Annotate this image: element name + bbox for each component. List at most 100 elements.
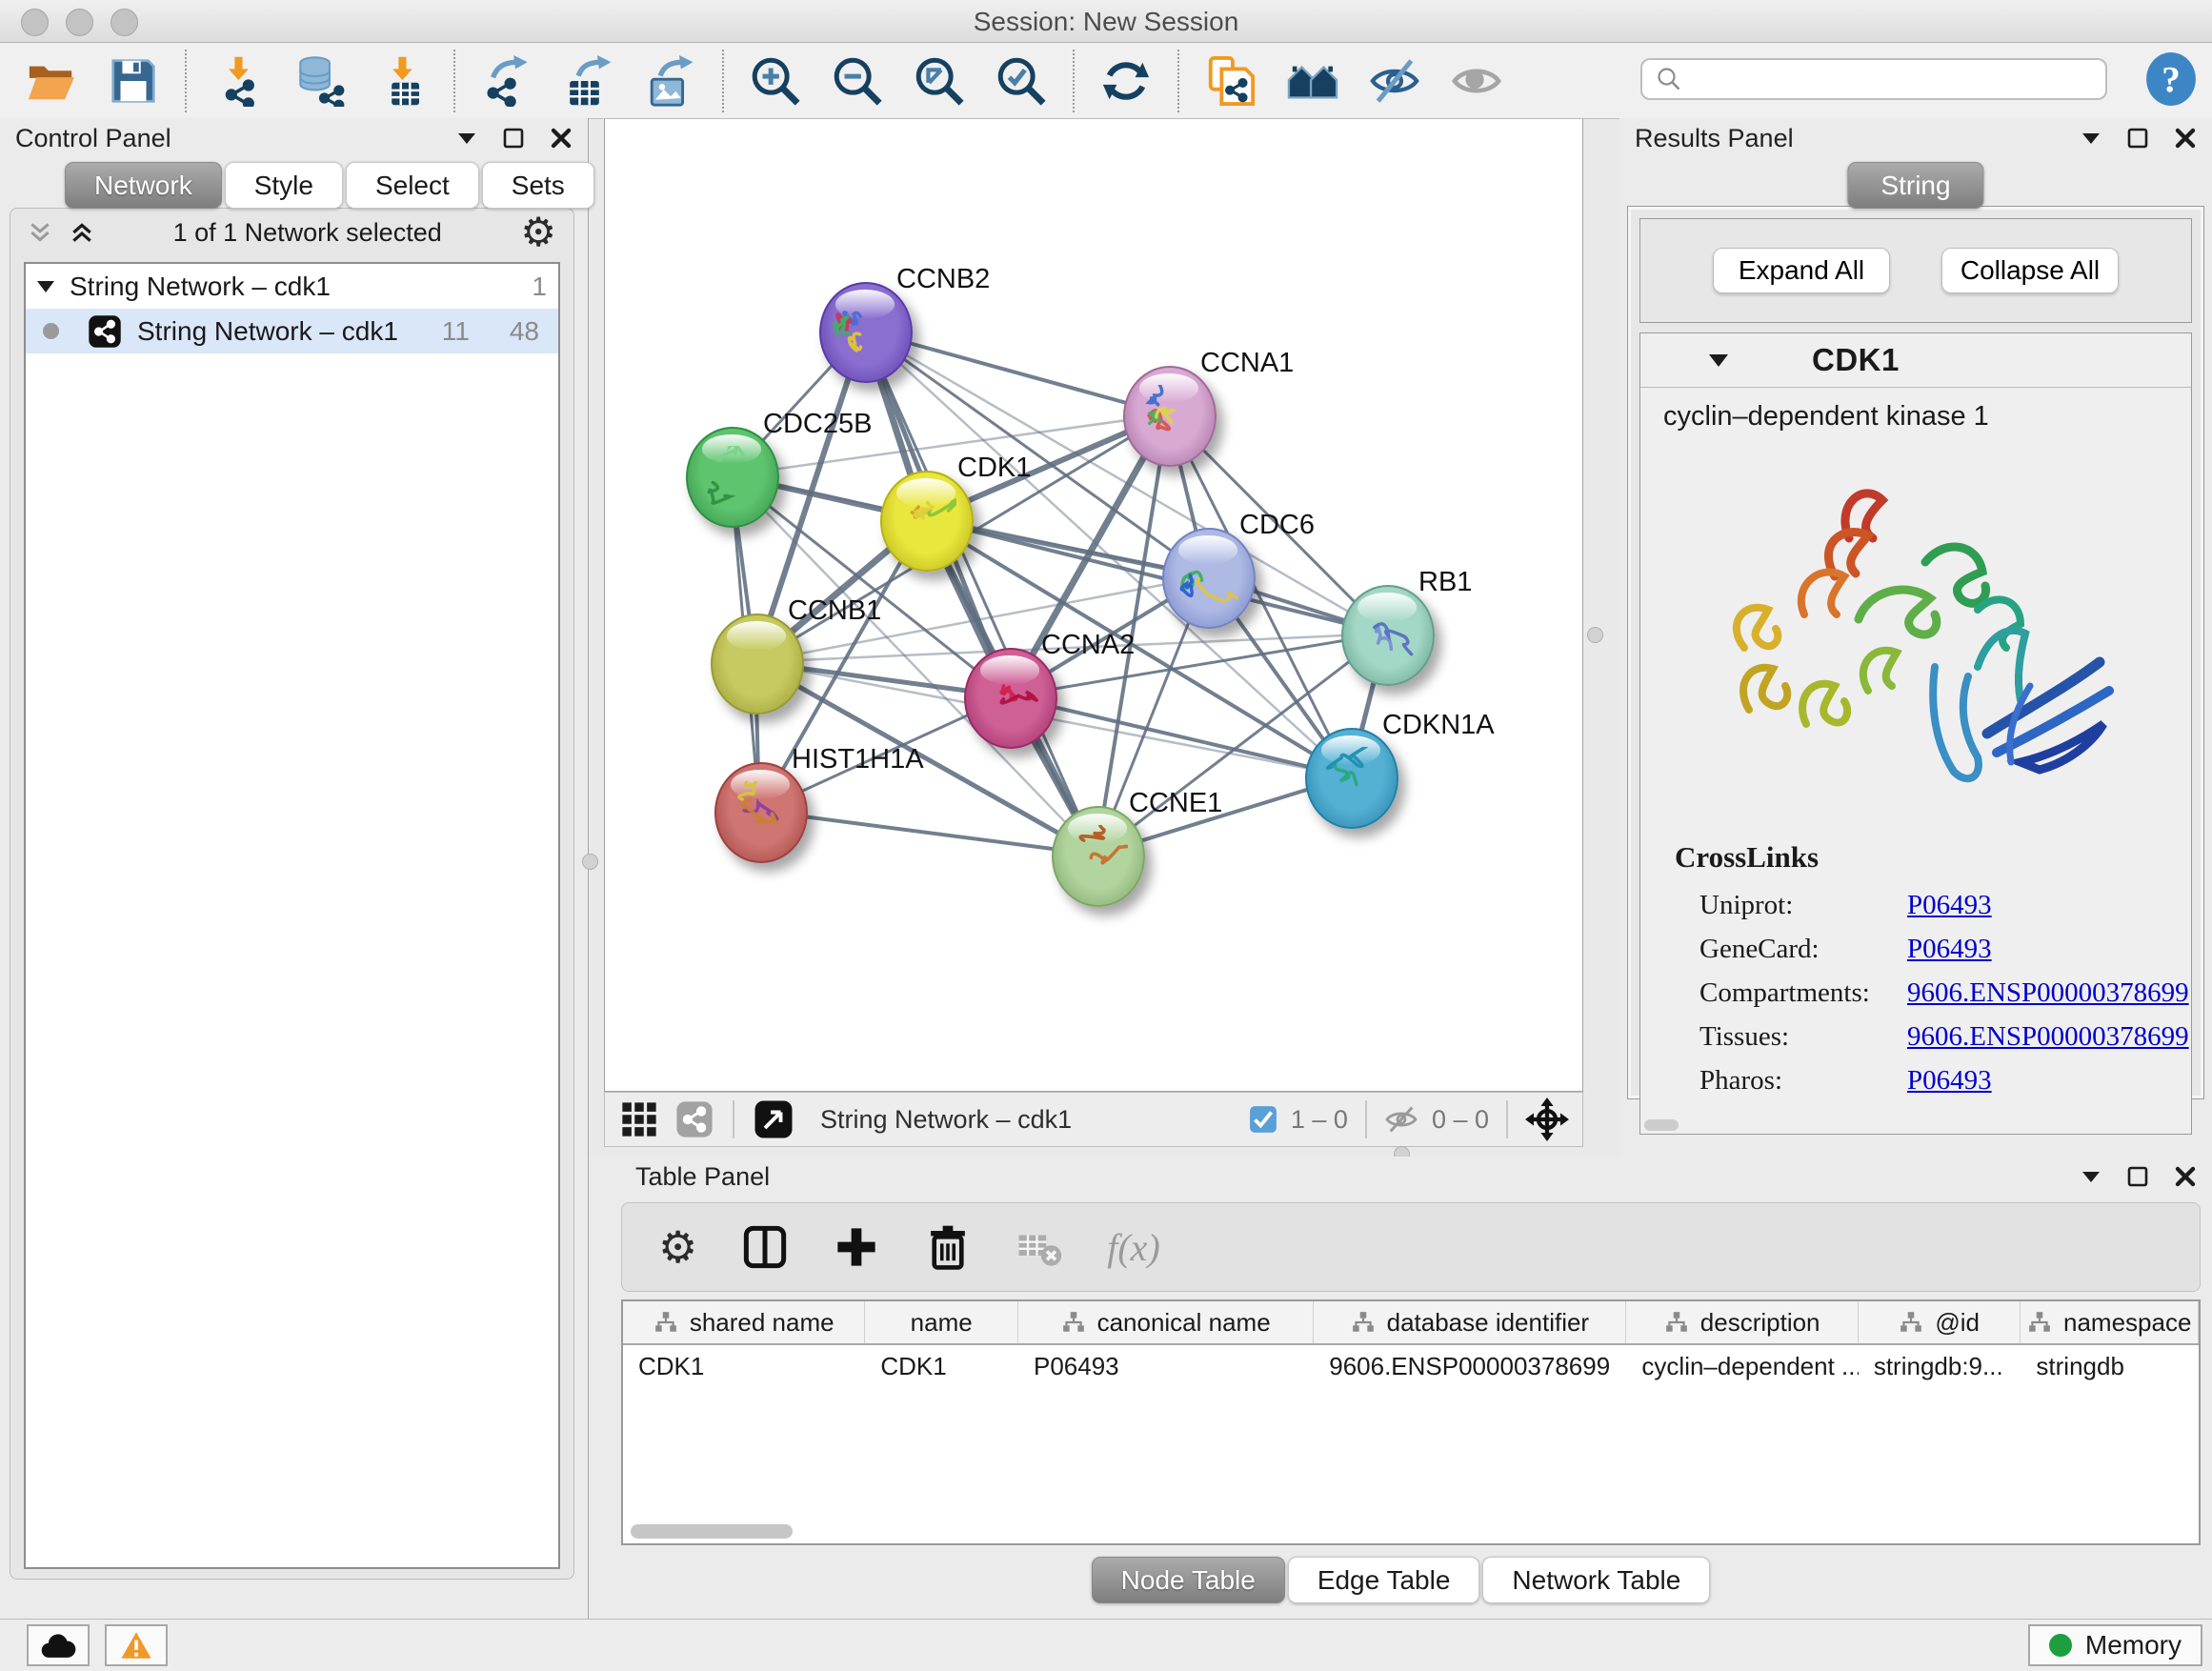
tab-edge-table[interactable]: Edge Table xyxy=(1288,1557,1480,1603)
collapse-all-icon[interactable] xyxy=(28,220,52,245)
search-box[interactable] xyxy=(1640,58,2107,100)
selected-checkbox-icon[interactable] xyxy=(1249,1105,1277,1134)
tab-style[interactable]: Style xyxy=(225,162,343,209)
maximize-panel-icon[interactable] xyxy=(2126,127,2149,150)
delete-row-trash-icon[interactable] xyxy=(924,1223,972,1271)
apply-layout-icon[interactable] xyxy=(1099,54,1153,108)
column-header--id[interactable]: @id xyxy=(1859,1301,2021,1343)
table-cell[interactable]: CDK1 xyxy=(623,1352,865,1381)
network-node-ccna1[interactable] xyxy=(1123,366,1217,467)
right-splitter-handle[interactable] xyxy=(1587,627,1603,643)
tab-node-table[interactable]: Node Table xyxy=(1092,1557,1285,1603)
gene-section-header[interactable]: CDK1 xyxy=(1640,333,2191,388)
function-builder-icon[interactable]: f(x) xyxy=(1107,1225,1160,1270)
network-node-cdc6[interactable] xyxy=(1162,528,1256,629)
network-row[interactable]: String Network – cdk1 11 48 xyxy=(26,309,558,353)
column-header-shared-name[interactable]: shared name xyxy=(623,1301,865,1343)
float-panel-icon[interactable] xyxy=(456,131,477,145)
network-edge[interactable] xyxy=(759,811,1096,855)
open-session-icon[interactable] xyxy=(25,54,78,108)
save-session-icon[interactable] xyxy=(107,54,160,108)
tab-network-table[interactable]: Network Table xyxy=(1482,1557,1710,1603)
import-network-database-icon[interactable] xyxy=(293,54,347,108)
birds-eye-view-icon[interactable] xyxy=(752,1097,795,1141)
pan-crosshair-icon[interactable] xyxy=(1525,1097,1569,1141)
export-table-icon[interactable] xyxy=(562,54,615,108)
zoom-out-icon[interactable] xyxy=(831,54,884,108)
network-collection-row[interactable]: String Network – cdk1 1 xyxy=(26,264,558,309)
memory-button[interactable]: Memory xyxy=(2028,1624,2202,1666)
tab-network[interactable]: Network xyxy=(65,162,222,209)
grid-view-icon[interactable] xyxy=(618,1098,660,1140)
column-header-name[interactable]: name xyxy=(865,1301,1018,1343)
help-icon[interactable]: ? xyxy=(2143,51,2199,107)
table-cell[interactable]: 9606.ENSP00000378699 xyxy=(1314,1352,1626,1381)
float-panel-icon[interactable] xyxy=(2081,1170,2101,1183)
network-edge[interactable] xyxy=(864,331,1096,855)
zoom-fit-icon[interactable] xyxy=(913,54,966,108)
tree-expand-icon[interactable] xyxy=(37,281,54,292)
network-node-ccne1[interactable] xyxy=(1052,806,1145,907)
warnings-button[interactable] xyxy=(105,1624,168,1666)
network-canvas[interactable]: CCNB2CCNA1CDC25BCDK1CDC6RB1CCNB1CCNA2CDK… xyxy=(604,119,1583,1092)
network-edge[interactable] xyxy=(1009,696,1350,776)
network-node-ccnb2[interactable] xyxy=(819,282,913,383)
column-header-description[interactable]: description xyxy=(1626,1301,1858,1343)
table-settings-gear-icon[interactable]: ⚙ xyxy=(658,1225,697,1269)
show-all-eye-icon[interactable] xyxy=(1450,54,1503,108)
export-network-icon[interactable] xyxy=(480,54,533,108)
maximize-panel-icon[interactable] xyxy=(502,127,525,150)
crosslink-link[interactable]: P06493 xyxy=(1907,890,1992,921)
table-cell[interactable]: stringdb xyxy=(2021,1352,2199,1381)
import-table-file-icon[interactable] xyxy=(375,54,429,108)
left-splitter-handle[interactable] xyxy=(582,854,598,870)
hide-selected-eye-icon[interactable] xyxy=(1368,54,1421,108)
horizontal-scrollbar-thumb[interactable] xyxy=(1644,1119,1679,1131)
expand-all-icon[interactable] xyxy=(70,220,94,245)
table-horizontal-scrollbar[interactable] xyxy=(631,1524,793,1539)
export-image-icon[interactable] xyxy=(644,54,697,108)
table-row[interactable]: CDK1CDK1P064939606.ENSP00000378699cyclin… xyxy=(623,1345,2199,1387)
maximize-panel-icon[interactable] xyxy=(2126,1165,2149,1188)
close-panel-icon[interactable] xyxy=(2174,127,2197,150)
network-node-cdkn1a[interactable] xyxy=(1305,728,1398,829)
zoom-in-icon[interactable] xyxy=(749,54,802,108)
crosslink-link[interactable]: 9606.ENSP00000378699 xyxy=(1907,1021,2189,1053)
share-view-icon[interactable] xyxy=(674,1098,715,1140)
table-cell[interactable]: cyclin–dependent ... xyxy=(1626,1352,1858,1381)
delete-table-icon[interactable] xyxy=(1016,1223,1063,1271)
table-cell[interactable]: stringdb:9... xyxy=(1859,1352,2021,1381)
network-node-cdc25b[interactable] xyxy=(686,427,779,528)
expand-all-button[interactable]: Expand All xyxy=(1713,248,1890,293)
column-header-database-identifier[interactable]: database identifier xyxy=(1314,1301,1626,1343)
table-cell[interactable]: P06493 xyxy=(1018,1352,1314,1381)
search-input[interactable] xyxy=(1692,64,2105,95)
crosslink-link[interactable]: 9606.ENSP00000378699 xyxy=(1907,977,2189,1009)
import-network-file-icon[interactable] xyxy=(211,54,265,108)
tab-select[interactable]: Select xyxy=(346,162,479,209)
crosslink-link[interactable]: P06493 xyxy=(1907,934,1992,965)
close-panel-icon[interactable] xyxy=(550,127,573,150)
zoom-selected-icon[interactable] xyxy=(995,54,1048,108)
network-node-ccna2[interactable] xyxy=(964,648,1057,749)
manage-columns-icon[interactable] xyxy=(741,1223,789,1271)
network-node-ccnb1[interactable] xyxy=(711,614,804,715)
clone-network-icon[interactable] xyxy=(1204,54,1257,108)
collapse-section-icon[interactable] xyxy=(1709,354,1728,367)
network-node-hist1h1a[interactable] xyxy=(714,762,808,863)
cloud-status-button[interactable] xyxy=(27,1624,90,1666)
collapse-all-button[interactable]: Collapse All xyxy=(1941,248,2119,293)
hidden-eye-icon[interactable] xyxy=(1384,1105,1418,1134)
crosslink-link[interactable]: P06493 xyxy=(1907,1065,1992,1097)
column-header-canonical-name[interactable]: canonical name xyxy=(1018,1301,1314,1343)
tab-string[interactable]: String xyxy=(1847,162,1983,209)
table-cell[interactable]: CDK1 xyxy=(865,1352,1018,1381)
network-node-rb1[interactable] xyxy=(1341,585,1435,686)
close-panel-icon[interactable] xyxy=(2174,1165,2197,1188)
network-home-icon[interactable] xyxy=(1286,54,1339,108)
tab-sets[interactable]: Sets xyxy=(482,162,594,209)
float-panel-icon[interactable] xyxy=(2081,131,2101,145)
add-row-icon[interactable] xyxy=(833,1223,880,1271)
column-header-namespace[interactable]: namespace xyxy=(2021,1301,2199,1343)
network-node-cdk1[interactable] xyxy=(880,471,974,572)
